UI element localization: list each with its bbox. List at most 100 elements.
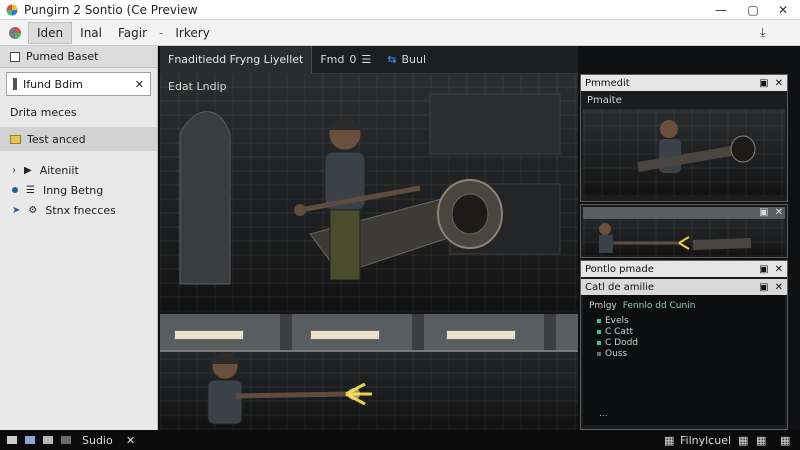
minimize-button[interactable]: — xyxy=(708,2,734,18)
left-subitem-label: Inng Betng xyxy=(42,183,104,197)
expand-arrow-icon: › xyxy=(12,164,16,176)
scene-viewport-top[interactable]: Edat Lndip xyxy=(160,74,578,312)
left-panel-header: Pumed Baset xyxy=(0,46,157,68)
tree-title: Pmlgy xyxy=(589,301,617,311)
panel-subheader: Catl de amilie ▣ ✕ xyxy=(581,279,787,295)
tree-row[interactable]: C Catt xyxy=(597,326,779,337)
status-right-icon-2[interactable]: ▦ xyxy=(738,434,748,447)
menu-logo-icon xyxy=(6,24,24,42)
menu-item-fagir[interactable]: Fagir xyxy=(110,23,155,43)
center-tab-fmd-label: Fmd xyxy=(320,53,345,66)
left-item-label: Drita meces xyxy=(10,105,77,119)
status-icon-4[interactable] xyxy=(60,434,72,446)
arrow-icon: ➤ xyxy=(12,204,21,216)
left-panel-tab[interactable]: Ifund Bdim ✕ xyxy=(6,72,151,96)
left-item-drita-meces[interactable]: Drita meces xyxy=(0,100,157,124)
status-right-icon-4[interactable]: ▦ xyxy=(780,434,790,447)
app-icon xyxy=(6,4,18,16)
left-subitem-label: Aiteniit xyxy=(39,163,79,177)
left-subitem-label: Stnx fnecces xyxy=(45,203,116,217)
tree-row[interactable]: Ouss xyxy=(597,348,779,359)
status-close-button[interactable]: ✕ xyxy=(126,434,135,447)
thumbnail-view[interactable] xyxy=(583,109,785,197)
status-bar: Sudio ✕ ▦ Filnylcuel ▦ ▦ ▦ xyxy=(0,430,800,450)
panel-subtitle: Pmaite xyxy=(587,95,622,106)
menu-item-iden[interactable]: Iden xyxy=(28,21,73,44)
right-column: Pmmedit ▣ ✕ Pmaite ▣ ✕ Pontlo pmade ▣ ✕ … xyxy=(580,74,788,430)
close-window-button[interactable]: ✕ xyxy=(770,2,796,18)
panel-close-button[interactable]: ✕ xyxy=(775,78,783,89)
panel-icon xyxy=(10,51,20,62)
swap-icon: ⇆ xyxy=(387,53,397,66)
tree-header: Pmlgy Fennlo dd Cunin xyxy=(589,301,779,311)
properties-panel: Pontlo pmade ▣ ✕ Catl de amilie ▣ ✕ Pmlg… xyxy=(580,260,788,430)
status-icon-2[interactable] xyxy=(24,434,36,446)
left-subitem-aiteniit[interactable]: › ▶ Aiteniit xyxy=(0,160,157,180)
panel-dock-button[interactable]: ▣ xyxy=(759,264,768,275)
thumbnail-view[interactable] xyxy=(583,207,785,257)
status-icon-3[interactable] xyxy=(42,434,54,446)
tree-row-label: C Catt xyxy=(605,326,634,337)
menu-item-irkery[interactable]: Irkery xyxy=(167,23,217,43)
left-subitem-stnx-fnecces[interactable]: ➤ ⚙ Stnx fnecces xyxy=(0,200,157,220)
tree-value: Fennlo dd Cunin xyxy=(622,301,696,311)
scene-art xyxy=(179,93,561,285)
status-right-icon-3[interactable]: ▦ xyxy=(756,434,766,447)
tab-icon xyxy=(13,78,17,90)
tree-node-icon xyxy=(597,340,601,345)
panel-header: Pmmedit ▣ ✕ xyxy=(581,75,787,91)
preview-panel-top: Pmmedit ▣ ✕ Pmaite xyxy=(580,74,788,202)
panel-sub-label: Catl de amilie xyxy=(585,281,655,293)
scene-art xyxy=(637,120,756,173)
panel-close-button[interactable]: ✕ xyxy=(775,207,783,218)
properties-tree: Pmlgy Fennlo dd Cunin Evels C Catt C Dod… xyxy=(583,295,785,425)
title-bar: Pungirn 2 Sontio (Ce Preview — ▢ ✕ xyxy=(0,0,800,20)
settings-icon: ⚙ xyxy=(28,204,38,216)
panel-dock-button[interactable]: ▣ xyxy=(759,207,768,218)
left-subitem-inng-betng[interactable]: ☰ Inng Betng xyxy=(0,180,157,200)
tree-node-icon xyxy=(597,329,601,334)
left-panel: Pumed Baset Ifund Bdim ✕ Drita meces Tes… xyxy=(0,46,158,430)
tree-row-label: Evels xyxy=(605,315,629,326)
list-icon: ☰ xyxy=(26,184,35,196)
tree-row[interactable]: Evels xyxy=(597,315,779,326)
scene-art xyxy=(207,352,372,425)
status-icon-1[interactable] xyxy=(6,434,18,446)
menu-bar: Iden Inal Fagir - Irkery ⤓ xyxy=(0,20,800,46)
play-icon: ▶ xyxy=(24,164,32,176)
scene-viewport-bottom[interactable] xyxy=(160,314,578,430)
status-right-label: Filnylcuel xyxy=(680,433,732,447)
tree-node-icon xyxy=(597,318,601,323)
panel-close-button[interactable]: ✕ xyxy=(775,282,783,293)
left-tab-close-button[interactable]: ✕ xyxy=(135,78,144,91)
folder-icon xyxy=(10,134,21,144)
menu-item-inal[interactable]: Inal xyxy=(72,23,110,43)
window-title: Pungirn 2 Sontio (Ce Preview xyxy=(24,2,198,17)
preview-panel-middle: ▣ ✕ xyxy=(580,204,788,258)
left-item-test-anced[interactable]: Test anced xyxy=(0,127,157,151)
panel-close-button[interactable]: ✕ xyxy=(775,264,783,275)
tree-row-label: Ouss xyxy=(605,348,628,359)
tree-node-icon xyxy=(597,351,601,356)
center-tab-buul[interactable]: ⇆ Buul xyxy=(379,53,434,66)
menu-separator: - xyxy=(159,25,164,40)
tree-row-label: C Dodd xyxy=(605,337,639,348)
tree-row[interactable]: C Dodd xyxy=(597,337,779,348)
center-tab-active[interactable]: Fnaditiedd Fryng Liyellet xyxy=(160,45,313,74)
bullet-icon xyxy=(12,187,18,193)
center-tab-buul-label: Buul xyxy=(401,53,427,66)
panel-dock-button[interactable]: ▣ xyxy=(759,78,768,89)
left-tab-label: Ifund Bdim xyxy=(23,77,83,91)
center-tab-fmd-value: 0 xyxy=(349,53,357,66)
center-tab-bar: Fnaditiedd Fryng Liyellet Fmd 0 ☰ ⇆ Buul xyxy=(160,45,578,74)
viewport-area: Fnaditiedd Fryng Liyellet Fmd 0 ☰ ⇆ Buul… xyxy=(160,45,578,430)
maximize-button[interactable]: ▢ xyxy=(740,2,766,18)
panel-dock-button[interactable]: ▣ xyxy=(759,282,768,293)
center-tab-fmd[interactable]: Fmd 0 ☰ xyxy=(312,53,379,66)
left-item-label: Test anced xyxy=(27,132,86,146)
status-right-icon[interactable]: ▦ xyxy=(664,434,674,447)
dock-icon[interactable]: ⤓ xyxy=(760,25,765,40)
panel-title: Pontlo pmade xyxy=(585,263,654,275)
center-tab-label: Fnaditiedd Fryng Liyellet xyxy=(168,53,304,66)
scene-art xyxy=(583,207,785,253)
